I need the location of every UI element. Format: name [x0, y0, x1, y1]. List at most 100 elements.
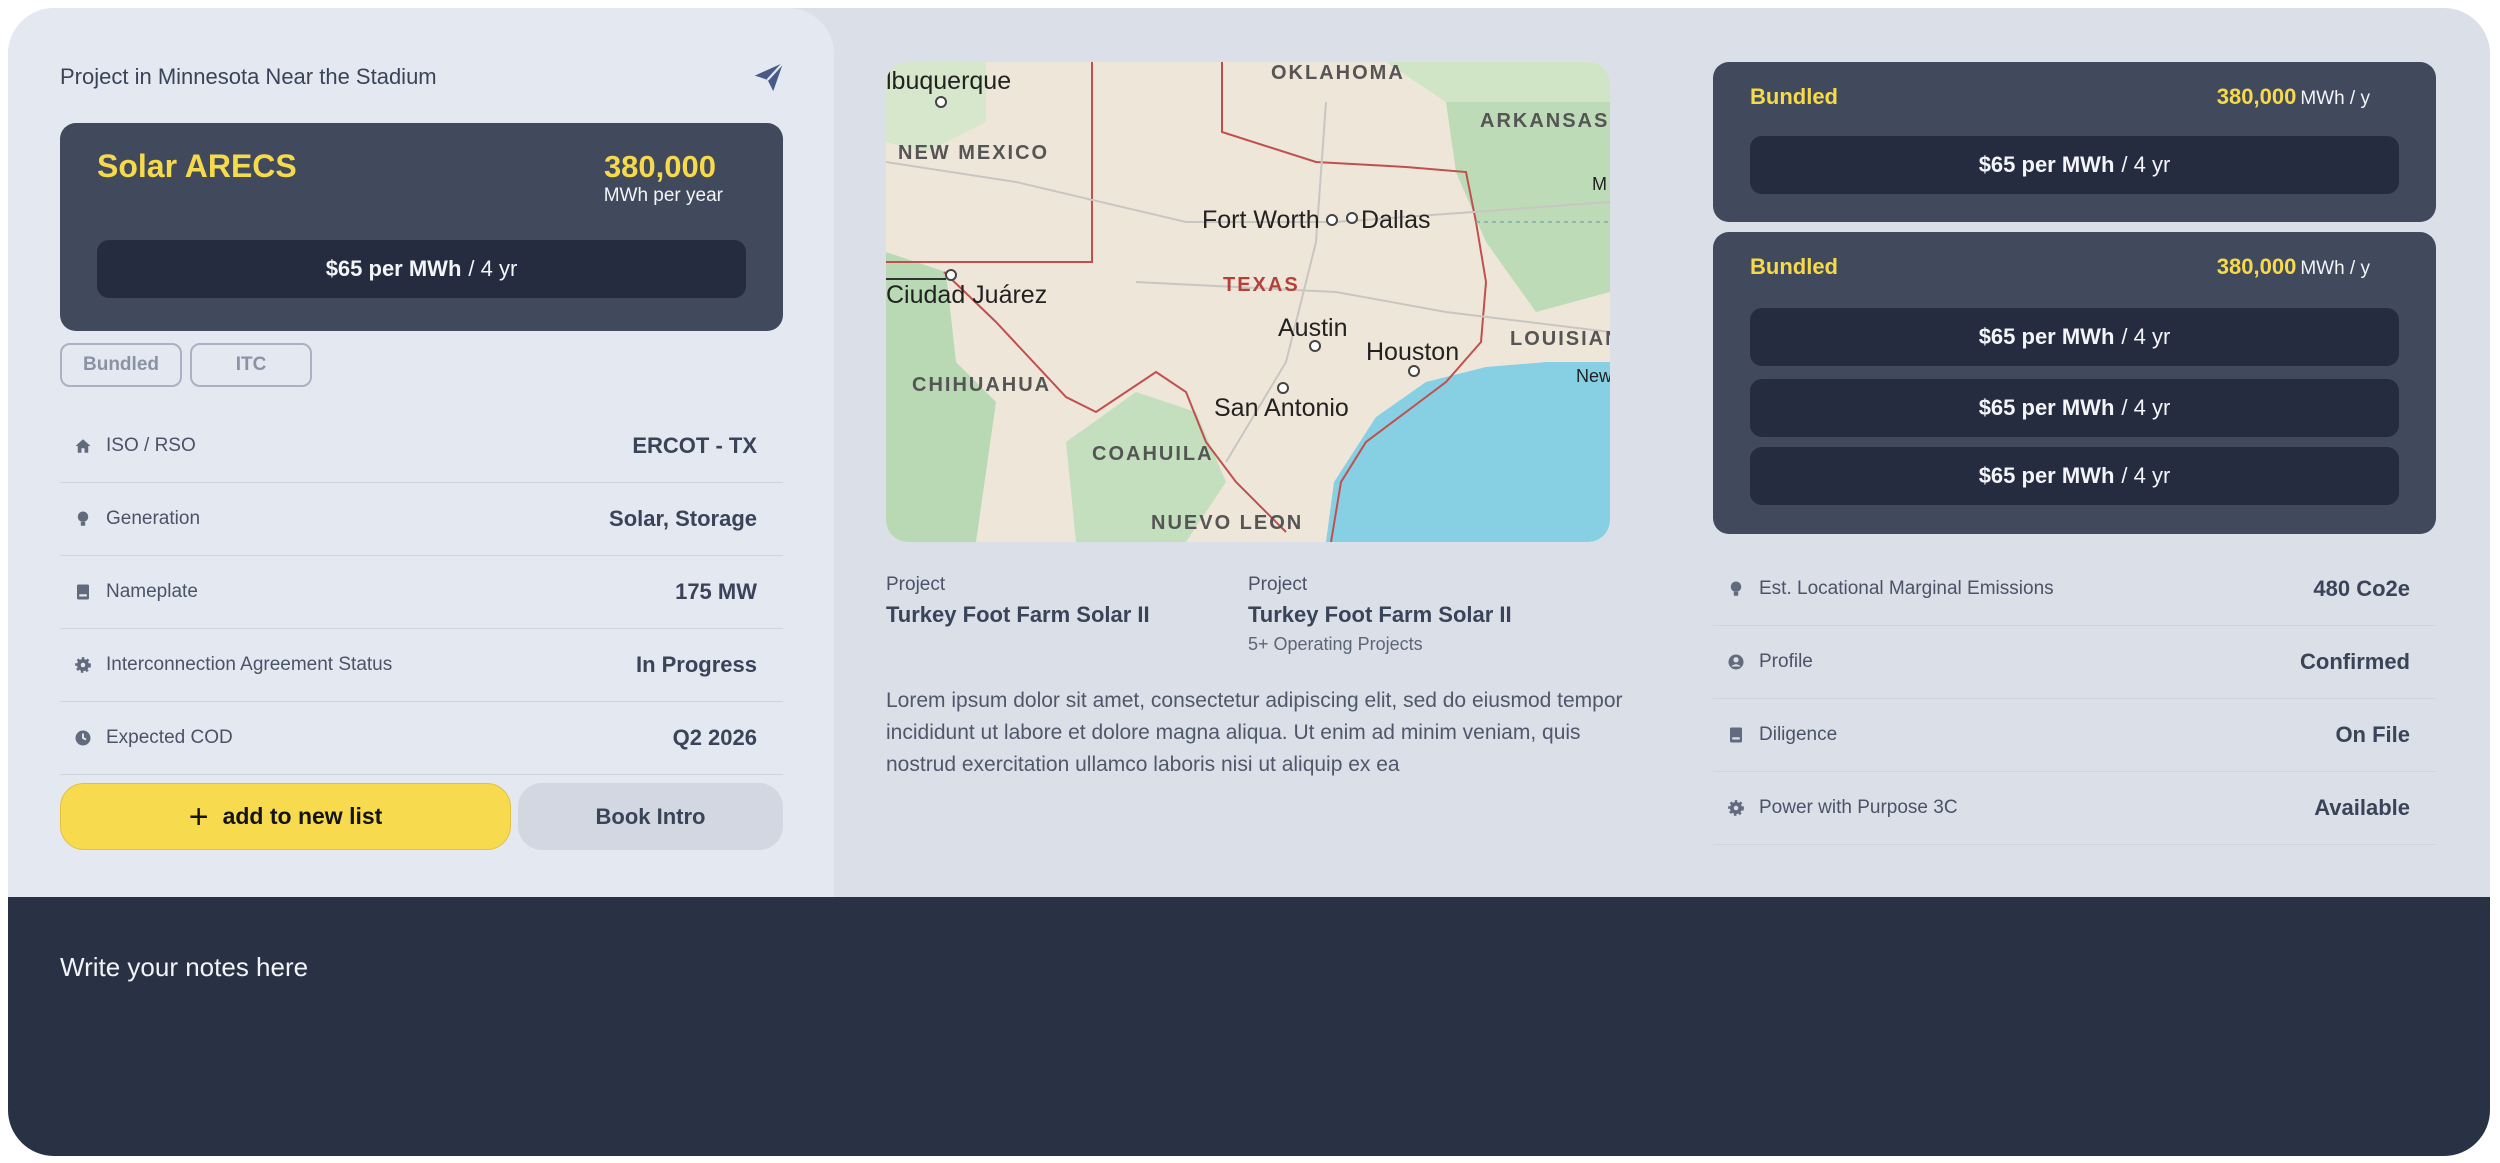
detail-value: Confirmed: [2300, 649, 2410, 674]
map-label-chihuahua: CHIHUAHUA: [912, 374, 1052, 396]
plus-icon: +: [188, 797, 209, 836]
detail-value: 175 MW: [675, 579, 757, 604]
map-city: Ciudad Juárez: [886, 281, 1048, 309]
map-city: Fort Worth: [1202, 206, 1320, 234]
location-map[interactable]: OKLAHOMA ARKANSAS NEW MEXICO TEXAS LOUIS…: [886, 62, 1610, 542]
project-title: Project in Minnesota Near the Stadium: [60, 64, 437, 89]
map-label-coahuila: COAHUILA: [1092, 443, 1214, 465]
detail-label: Interconnection Agreement Status: [106, 654, 393, 675]
map-label-louisiana: LOUISIAN: [1510, 328, 1610, 350]
bundle-label: Bundled: [1750, 254, 1838, 279]
bundle-amount-unit: MWh / y: [2300, 88, 2370, 109]
map-city: lbuquerque: [886, 67, 1012, 95]
detail-value: ERCOT - TX: [632, 433, 757, 458]
notes-area[interactable]: Write your notes here: [8, 897, 2490, 1156]
project-caption: Project: [1248, 574, 1308, 595]
detail-label: Generation: [106, 508, 201, 529]
right-detail-row: Est. Locational Marginal Emissions 480 C…: [1713, 553, 2436, 626]
send-icon[interactable]: [752, 60, 786, 94]
project-info: Project Turkey Foot Farm Solar II: [886, 574, 1150, 628]
map-label-arkansas: ARKANSAS: [1480, 110, 1610, 132]
bundle-label: Bundled: [1750, 84, 1838, 109]
map-city: Dallas: [1361, 206, 1431, 234]
project-name[interactable]: Turkey Foot Farm Solar II: [1248, 602, 1512, 628]
add-to-list-button[interactable]: + add to new list: [60, 783, 511, 850]
map-label-nuevo-leon: NUEVO LEON: [1151, 512, 1304, 534]
notes-placeholder[interactable]: Write your notes here: [60, 952, 308, 983]
map-label-oklahoma: OKLAHOMA: [1271, 62, 1405, 84]
detail-label: Power with Purpose 3C: [1759, 797, 1958, 818]
gear-icon: [1728, 800, 1744, 816]
detail-value: In Progress: [635, 652, 757, 677]
price-pill[interactable]: $65 per MWh / 4 yr: [1750, 136, 2399, 194]
price-term: / 4 yr: [2121, 152, 2171, 177]
map-city: New: [1576, 366, 1610, 386]
price-term: / 4 yr: [2121, 395, 2171, 420]
right-detail-row: Profile Confirmed: [1713, 626, 2436, 699]
detail-row: Interconnection Agreement Status In Prog…: [60, 629, 783, 702]
price-term: / 4 yr: [468, 256, 518, 281]
project-subtitle: 5+ Operating Projects: [1248, 634, 1423, 654]
bundle-amount: 380,000 MWh / y: [2217, 254, 2370, 280]
bundle-amount-unit: MWh / y: [2300, 258, 2370, 279]
hero-name: Solar ARECS: [97, 148, 297, 184]
user-circle-icon: [1728, 654, 1744, 670]
map-city: San Antonio: [1214, 394, 1349, 422]
tag-bundled[interactable]: Bundled: [60, 343, 182, 387]
bundle-amount: 380,000 MWh / y: [2217, 84, 2370, 110]
detail-value: Available: [2314, 795, 2410, 820]
price-term: / 4 yr: [2121, 463, 2171, 488]
add-to-list-label: add to new list: [222, 803, 383, 829]
map-city: Houston: [1366, 338, 1460, 366]
book-icon: [77, 584, 89, 600]
price-pill[interactable]: $65 per MWh / 4 yr: [1750, 308, 2399, 366]
detail-row: Generation Solar, Storage: [60, 483, 783, 556]
book-icon: [1730, 727, 1742, 743]
detail-label: Diligence: [1759, 724, 1838, 745]
detail-label: Nameplate: [106, 581, 198, 602]
bundle-card: Bundled 380,000 MWh / y $65 per MWh / 4 y…: [1713, 62, 2436, 222]
detail-label: Est. Locational Marginal Emissions: [1759, 578, 2054, 599]
price-pill[interactable]: $65 per MWh / 4 yr: [1750, 447, 2399, 505]
map-city: Austin: [1278, 314, 1348, 342]
detail-label: ISO / RSO: [106, 435, 196, 456]
project-card: Project in Minnesota Near the Stadium So…: [8, 8, 2490, 1156]
left-panel: Project in Minnesota Near the Stadium So…: [8, 8, 834, 897]
hero-card: Solar ARECS 380,000 MWh per year $65 per…: [60, 123, 783, 331]
tag-itc[interactable]: ITC: [190, 343, 312, 387]
clock-icon: [75, 730, 91, 746]
price-bold: $65 per MWh: [325, 256, 462, 281]
detail-value: On File: [2335, 722, 2410, 747]
project-info: Project Turkey Foot Farm Solar II 5+ Ope…: [1248, 574, 1512, 655]
map-label-texas: TEXAS: [1223, 274, 1300, 296]
project-caption: Project: [886, 574, 946, 595]
project-description: Lorem ipsum dolor sit amet, consectetur …: [886, 689, 1623, 776]
bundle-amount-value: 380,000: [2216, 254, 2297, 279]
price-pill[interactable]: $65 per MWh / 4 yr: [97, 240, 746, 298]
map-city: M: [1592, 174, 1607, 194]
hero-value: 380,000: [603, 149, 716, 184]
price-bold: $65 per MWh: [1978, 463, 2115, 488]
right-detail-row: Diligence On File: [1713, 699, 2436, 772]
bundle-amount-value: 380,000: [2216, 84, 2297, 109]
book-intro-button[interactable]: Book Intro: [518, 783, 783, 850]
bundle-card: Bundled 380,000 MWh / y $65 per MWh / 4 y…: [1713, 232, 2436, 534]
price-term: / 4 yr: [2121, 324, 2171, 349]
price-pill[interactable]: $65 per MWh / 4 yr: [1750, 379, 2399, 437]
lightbulb-icon: [77, 511, 89, 526]
detail-label: Expected COD: [106, 727, 233, 748]
map-label-new-mexico: NEW MEXICO: [898, 142, 1050, 164]
detail-value: Q2 2026: [672, 725, 757, 750]
detail-row: Nameplate 175 MW: [60, 556, 783, 629]
detail-value: Solar, Storage: [609, 506, 757, 531]
price-bold: $65 per MWh: [1978, 395, 2115, 420]
project-name[interactable]: Turkey Foot Farm Solar II: [886, 602, 1150, 628]
detail-value: 480 Co2e: [2313, 576, 2410, 601]
lightbulb-icon: [1730, 581, 1742, 596]
detail-row: Expected COD Q2 2026: [60, 702, 783, 775]
detail-label: Profile: [1759, 651, 1813, 672]
gear-icon: [75, 657, 91, 673]
home-icon: [75, 439, 91, 453]
right-detail-row: Power with Purpose 3C Available: [1713, 772, 2436, 845]
hero-unit: MWh per year: [603, 185, 723, 206]
